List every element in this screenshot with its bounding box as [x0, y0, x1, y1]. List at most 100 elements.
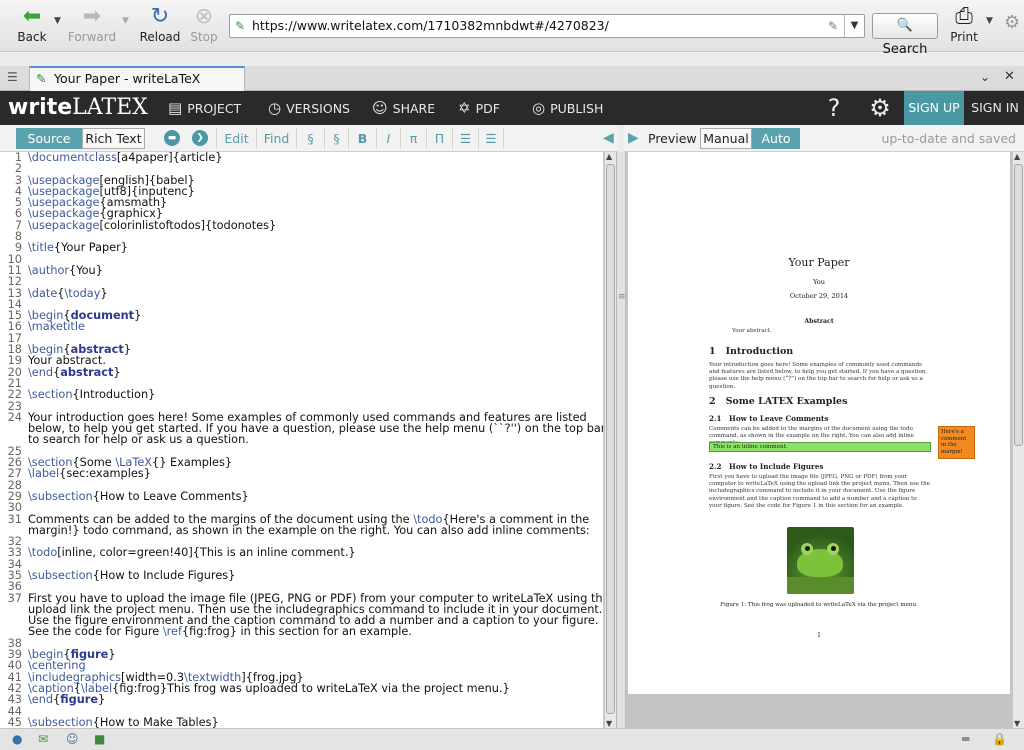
editor-scrollbar[interactable]: ▲ ▼ [604, 152, 616, 728]
line-number: 3 [14, 173, 22, 187]
comment-icon[interactable]: ▬ [164, 130, 180, 146]
pdf-figure-caption: Figure 1: This frog was uploaded to writ… [720, 602, 918, 608]
line-number: 45 [7, 715, 22, 728]
auto-compile-button[interactable]: Auto [752, 128, 800, 149]
status-mail-icon[interactable]: ✉ [38, 732, 48, 746]
browser-status-bar: ● ✉ ☺ ■ ═ 🔒 [0, 728, 1024, 750]
tab-list-icon[interactable]: ☰ [7, 70, 18, 84]
collapse-preview-icon[interactable]: ▶ [628, 130, 639, 146]
code-line[interactable]: 22 \section{Introduction} [0, 389, 603, 401]
line-number: 43 [7, 693, 22, 707]
preview-scroll-down-icon[interactable]: ▼ [1014, 719, 1020, 728]
code-line[interactable]: 13 \date{\today} [0, 287, 603, 299]
rich-text-mode-button[interactable]: Rich Text [82, 128, 145, 149]
numbered-list-icon[interactable]: ☰ [452, 128, 478, 149]
code-line[interactable]: 39 \begin{figure} [0, 648, 603, 662]
nav-versions[interactable]: ◷ VERSIONS [268, 91, 350, 125]
close-tab-icon[interactable]: ✕ [1004, 69, 1015, 84]
text-token: [colorinlistoftodos]{todonotes} [99, 218, 277, 232]
bold-button[interactable]: B [348, 128, 376, 149]
code-line[interactable]: 20 \end{abstract} [0, 366, 603, 378]
scroll-down-icon[interactable]: ▼ [606, 719, 612, 728]
code-line[interactable]: 33 \todo[inline, color=green!40]{This is … [0, 547, 603, 559]
nav-publish[interactable]: ◎ PUBLISH [532, 91, 603, 125]
bulleted-list-icon[interactable]: ☰ [478, 128, 504, 149]
scroll-up-icon[interactable]: ▲ [606, 152, 612, 161]
folder-icon: ▤ [168, 99, 183, 117]
line-number: 19 [7, 354, 22, 368]
code-line[interactable]: 29 \subsection{How to Leave Comments} [0, 489, 603, 503]
preview-scroll-up-icon[interactable]: ▲ [1014, 152, 1020, 161]
code-line[interactable]: 45 \subsection{How to Make Tables} [0, 717, 603, 728]
code-line[interactable]: 43 \end{figure} [0, 693, 603, 707]
nav-share[interactable]: ☺ SHARE [372, 91, 435, 125]
line-number [0, 423, 26, 434]
text-token: } [108, 648, 116, 662]
code-line[interactable]: to search for help or ask us a question. [0, 434, 603, 445]
tab-overflow-chevron-icon[interactable]: ⌄ [980, 70, 990, 84]
url-history-dropdown-icon[interactable]: ▼ [844, 15, 864, 37]
preview-scrollbar[interactable]: ▲ ▼ [1012, 152, 1024, 728]
find-button[interactable]: Find [256, 128, 296, 149]
italic-button[interactable]: I [376, 128, 400, 149]
pdf-preview[interactable]: Your Paper You October 29, 2014 Abstract… [626, 152, 1012, 728]
status-chat-icon[interactable]: ☺ [66, 732, 79, 746]
manual-compile-button[interactable]: Manual [700, 128, 752, 149]
code-line[interactable]: margin!} todo command, as shown in the e… [0, 525, 603, 536]
sign-up-button[interactable]: SIGN UP [904, 91, 964, 125]
stop-button[interactable]: ⊗ Stop [178, 4, 230, 48]
code-line[interactable]: 35 \subsection{How to Include Figures} [0, 570, 603, 582]
code-line[interactable]: 15 \begin{document} [0, 310, 603, 322]
help-icon[interactable]: ? [822, 91, 846, 125]
browser-tab[interactable]: ✎ Your Paper - writeLaTeX [29, 66, 245, 91]
subsection-button[interactable]: § [324, 128, 348, 149]
code-line[interactable]: 11 \author{You} [0, 265, 603, 277]
line-text: \end{abstract} [26, 366, 121, 378]
code-line[interactable]: 16 \maketitle [0, 321, 603, 333]
nav-project[interactable]: ▤ PROJECT [168, 91, 241, 125]
print-button[interactable]: ⎙ Print [944, 4, 984, 44]
status-globe-icon[interactable]: ● [12, 732, 22, 746]
line-text: \todo[inline, color=green!40]{This is an… [26, 547, 356, 558]
sign-in-button[interactable]: SIGN IN [966, 91, 1024, 125]
line-text: \end{figure} [26, 694, 105, 705]
nav-pdf[interactable]: ✡ PDF [458, 91, 500, 125]
print-dropdown-icon[interactable]: ▼ [986, 16, 993, 26]
preview-scroll-thumb[interactable] [1014, 164, 1023, 446]
back-history-dropdown-icon[interactable]: ▼ [54, 16, 61, 26]
clock-icon: ◷ [268, 99, 282, 117]
text-token: {Your Paper} [53, 241, 128, 255]
settings-gear-icon[interactable]: ⚙ [866, 91, 894, 125]
code-line[interactable]: 7 \usepackage[colorinlistoftodos]{todonot… [0, 218, 603, 232]
search-button[interactable]: 🔍 Search [872, 13, 938, 57]
latex-command-token: \todo [28, 546, 58, 560]
forward-button[interactable]: ➡ Forward [66, 4, 118, 48]
preview-label: Preview [648, 131, 697, 146]
forward-arrow-icon: ➡ [82, 4, 102, 29]
source-mode-button[interactable]: Source [16, 128, 82, 149]
back-button[interactable]: ⬅ Back [6, 4, 58, 48]
code-line[interactable]: 9 \title{Your Paper} [0, 241, 603, 255]
splitter-grip-icon[interactable]: ≡ [618, 292, 626, 302]
display-math-button[interactable]: Π [426, 128, 452, 149]
url-field[interactable]: ✎ https://www.writelatex.com/1710382mnbd… [229, 14, 865, 38]
inline-math-button[interactable]: π [400, 128, 426, 149]
line-number: 24 [7, 410, 22, 424]
code-line[interactable]: 27 \label{sec:examples} [0, 468, 603, 480]
collapse-editor-icon[interactable]: ◀ [603, 130, 614, 146]
writelatex-logo[interactable]: writeLATEX [8, 94, 148, 122]
code-line[interactable]: See the code for Figure \ref{fig:frog} i… [0, 626, 603, 637]
chevron-right-circle-icon[interactable]: ❯ [192, 130, 208, 146]
status-addon-icon[interactable]: ■ [94, 732, 105, 746]
section-button[interactable]: § [296, 128, 324, 149]
edit-bookmark-icon[interactable]: ✎ [828, 15, 838, 37]
edit-button[interactable]: Edit [216, 128, 256, 149]
editor-scroll-thumb[interactable] [606, 164, 615, 714]
forward-history-dropdown-icon[interactable]: ▼ [122, 16, 129, 26]
status-lock-icon[interactable]: 🔒 [992, 732, 1007, 746]
source-editor[interactable]: 1 \documentclass[a4paper]{article} 2 3 \use… [0, 152, 604, 728]
code-line[interactable]: 1 \documentclass[a4paper]{article} [0, 152, 603, 163]
latex-command-token: \subsection [28, 489, 93, 503]
line-text: to search for help or ask us a question. [26, 434, 249, 445]
pane-splitter[interactable]: ≡ [616, 152, 626, 728]
